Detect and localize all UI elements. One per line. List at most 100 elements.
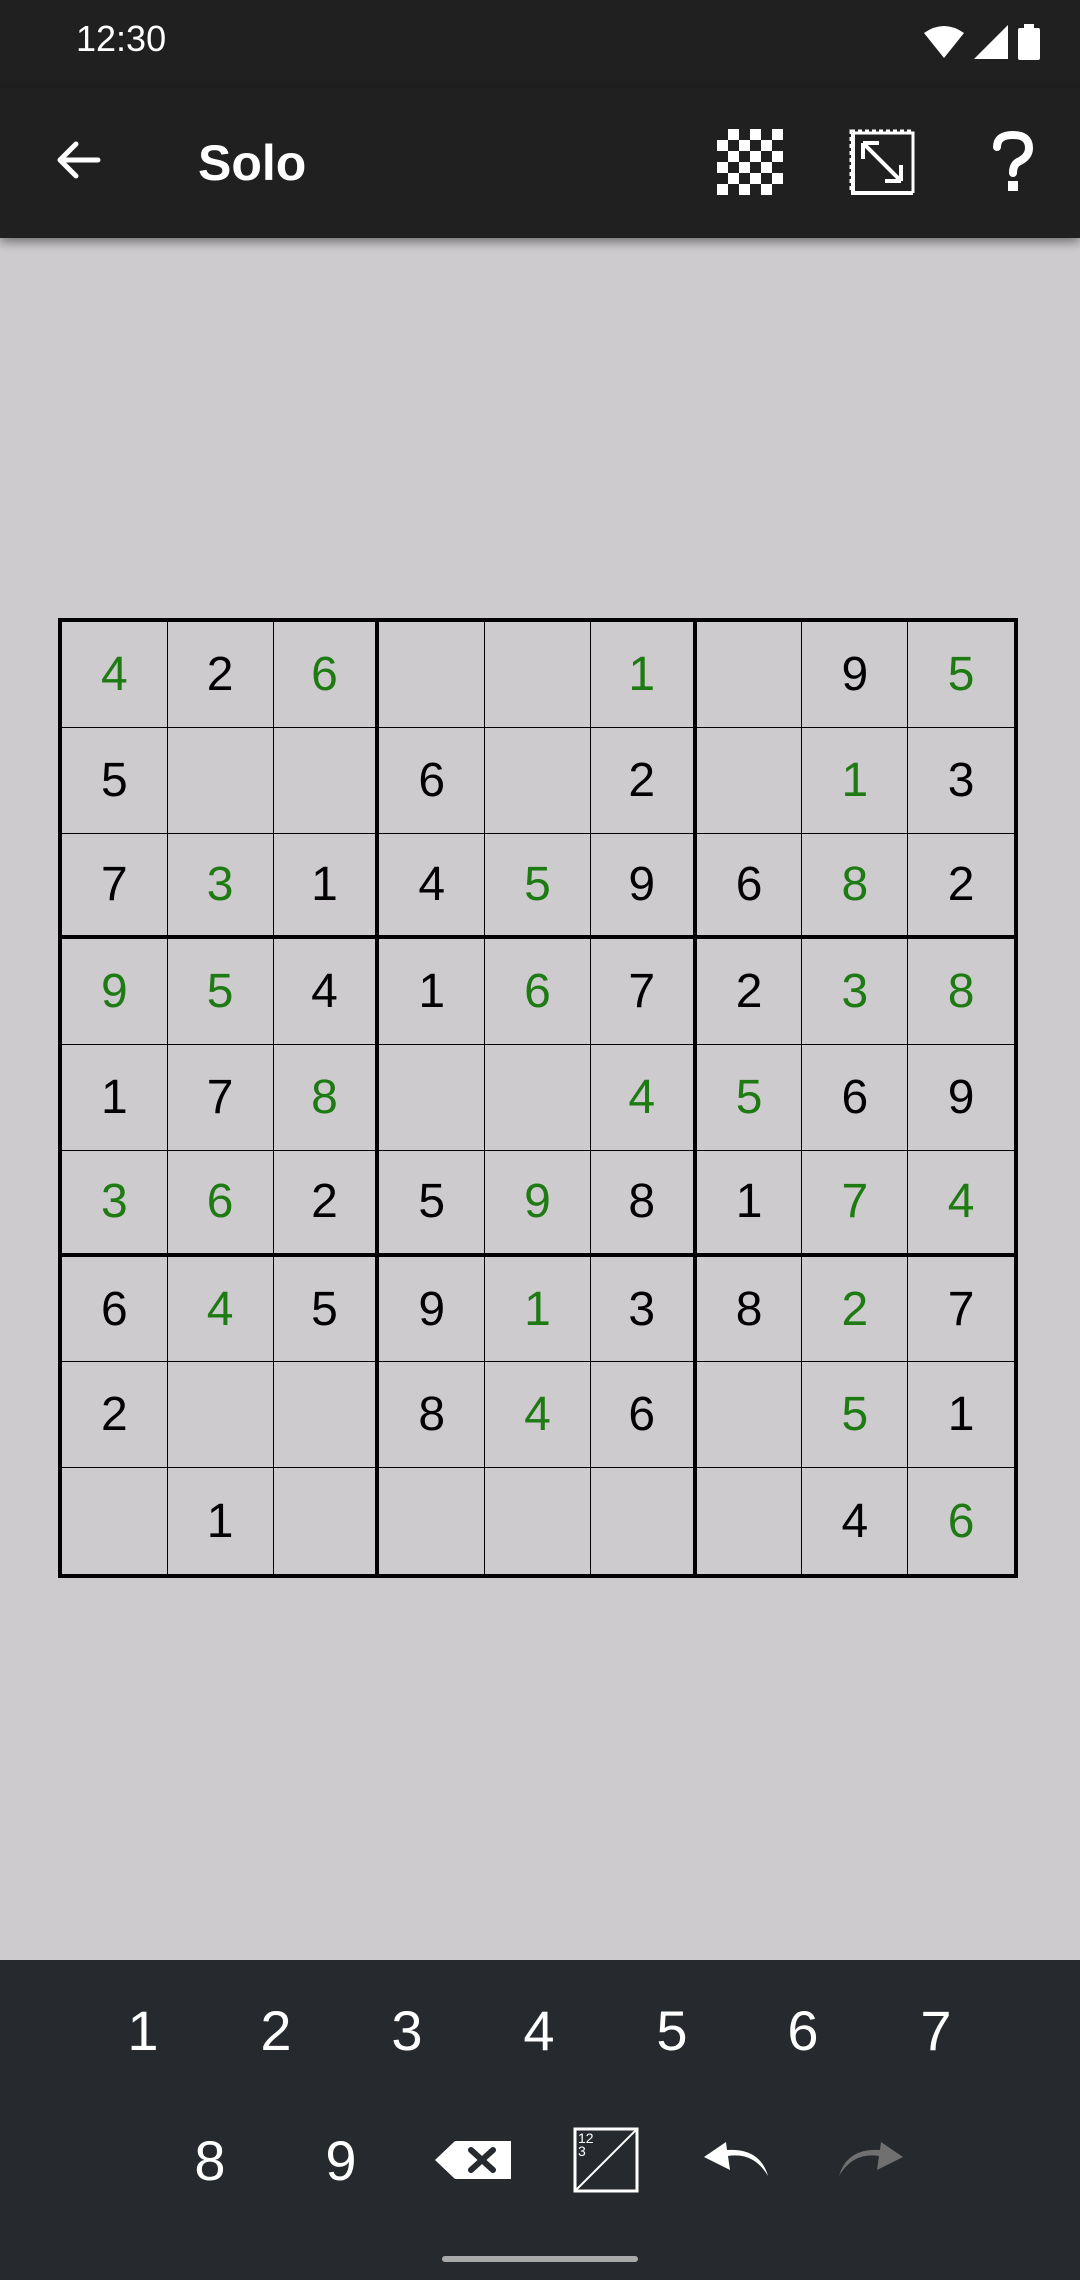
- cell-r6-c3[interactable]: 2: [273, 1150, 380, 1257]
- cell-r2-c8[interactable]: 1: [802, 727, 909, 834]
- cell-r7-c2[interactable]: 4: [167, 1256, 274, 1363]
- cell-r1-c4[interactable]: [379, 622, 486, 728]
- cell-r2-c3[interactable]: [273, 727, 380, 834]
- cell-r5-c7[interactable]: 5: [696, 1045, 803, 1151]
- cell-r5-c6[interactable]: 4: [590, 1045, 697, 1151]
- cell-r6-c7[interactable]: 1: [696, 1150, 803, 1257]
- cell-r2-c7[interactable]: [696, 727, 803, 834]
- cell-r5-c1[interactable]: 1: [62, 1045, 168, 1151]
- cell-r1-c7[interactable]: [696, 622, 803, 728]
- key-digit-5[interactable]: 5: [617, 1980, 727, 2080]
- cell-r6-c9[interactable]: 4: [908, 1151, 1014, 1257]
- cell-r4-c8[interactable]: 3: [802, 939, 909, 1046]
- cell-r6-c8[interactable]: 7: [802, 1150, 909, 1257]
- cell-r6-c5[interactable]: 9: [485, 1150, 591, 1257]
- cell-r9-c6[interactable]: [591, 1468, 697, 1574]
- cell-r9-c2[interactable]: 1: [168, 1468, 274, 1574]
- cell-r3-c9[interactable]: 2: [908, 834, 1014, 940]
- key-digit-2[interactable]: 2: [221, 1980, 331, 2080]
- cell-r5-c9[interactable]: 9: [908, 1045, 1014, 1151]
- cell-r9-c7[interactable]: [697, 1468, 803, 1574]
- cell-r1-c1[interactable]: 4: [62, 622, 168, 728]
- checkerboard-icon[interactable]: [710, 122, 790, 202]
- help-icon[interactable]: [973, 122, 1053, 202]
- keypad: 1 2 3 4 5 6 7 8 9 12 3: [0, 1960, 1080, 2280]
- cell-r4-c2[interactable]: 5: [167, 939, 274, 1046]
- cell-r6-c1[interactable]: 3: [62, 1150, 168, 1257]
- cell-r3-c3[interactable]: 1: [273, 833, 380, 940]
- cell-r6-c2[interactable]: 6: [167, 1150, 274, 1257]
- backspace-icon[interactable]: [418, 2110, 528, 2210]
- cell-r8-c8[interactable]: 5: [802, 1362, 909, 1469]
- cell-r9-c9[interactable]: 6: [908, 1468, 1014, 1574]
- key-digit-3[interactable]: 3: [352, 1980, 462, 2080]
- redo-icon[interactable]: [815, 2110, 925, 2210]
- cell-r8-c9[interactable]: 1: [908, 1362, 1014, 1469]
- cell-r3-c1[interactable]: 7: [62, 833, 168, 940]
- key-digit-1[interactable]: 1: [88, 1980, 198, 2080]
- cell-r9-c3[interactable]: [274, 1468, 380, 1574]
- cell-r9-c4[interactable]: [379, 1468, 486, 1574]
- cell-r4-c9[interactable]: 8: [908, 939, 1014, 1046]
- back-arrow-icon[interactable]: [46, 128, 110, 192]
- cell-r8-c7[interactable]: [696, 1362, 803, 1469]
- cell-r2-c5[interactable]: [485, 727, 591, 834]
- cell-r1-c6[interactable]: 1: [590, 622, 697, 728]
- cell-r3-c6[interactable]: 9: [590, 833, 697, 940]
- cell-r3-c8[interactable]: 8: [802, 833, 909, 940]
- undo-icon[interactable]: [682, 2110, 792, 2210]
- cell-r6-c6[interactable]: 8: [590, 1150, 697, 1257]
- key-digit-6[interactable]: 6: [748, 1980, 858, 2080]
- cell-r3-c7[interactable]: 6: [696, 833, 803, 940]
- cell-r3-c2[interactable]: 3: [167, 833, 274, 940]
- key-digit-4[interactable]: 4: [484, 1980, 594, 2080]
- cell-r5-c3[interactable]: 8: [273, 1045, 380, 1151]
- resize-icon[interactable]: [842, 122, 922, 202]
- cell-r7-c1[interactable]: 6: [62, 1256, 168, 1363]
- cell-r3-c4[interactable]: 4: [379, 833, 486, 940]
- cell-r8-c6[interactable]: 6: [590, 1362, 697, 1469]
- cell-r4-c6[interactable]: 7: [590, 939, 697, 1046]
- cell-r6-c4[interactable]: 5: [379, 1150, 486, 1257]
- cell-r2-c4[interactable]: 6: [379, 727, 486, 834]
- cell-r8-c1[interactable]: 2: [62, 1362, 168, 1469]
- pencil-mark-icon[interactable]: 12 3: [551, 2110, 661, 2210]
- cell-r9-c1[interactable]: [62, 1468, 168, 1574]
- cell-r8-c2[interactable]: [167, 1362, 274, 1469]
- cell-r9-c8[interactable]: 4: [802, 1468, 909, 1574]
- cell-r9-c5[interactable]: [485, 1468, 591, 1574]
- cell-r8-c3[interactable]: [273, 1362, 380, 1469]
- cell-r7-c8[interactable]: 2: [802, 1256, 909, 1363]
- cell-r7-c9[interactable]: 7: [908, 1257, 1014, 1363]
- nav-handle[interactable]: [442, 2256, 638, 2262]
- cell-r5-c5[interactable]: [485, 1045, 591, 1151]
- cell-r7-c4[interactable]: 9: [379, 1256, 486, 1363]
- cell-r2-c9[interactable]: 3: [908, 728, 1014, 834]
- cell-r7-c7[interactable]: 8: [696, 1256, 803, 1363]
- cell-r7-c3[interactable]: 5: [273, 1256, 380, 1363]
- cell-r1-c8[interactable]: 9: [802, 622, 909, 728]
- cell-r2-c2[interactable]: [167, 727, 274, 834]
- cell-r1-c9[interactable]: 5: [908, 622, 1014, 728]
- cell-r1-c2[interactable]: 2: [167, 622, 274, 728]
- cell-r5-c4[interactable]: [379, 1045, 486, 1151]
- cell-r8-c5[interactable]: 4: [485, 1362, 591, 1469]
- cell-r5-c2[interactable]: 7: [167, 1045, 274, 1151]
- key-digit-7[interactable]: 7: [881, 1980, 991, 2080]
- cell-r4-c4[interactable]: 1: [379, 939, 486, 1046]
- cell-r1-c3[interactable]: 6: [273, 622, 380, 728]
- cell-r2-c6[interactable]: 2: [590, 727, 697, 834]
- cell-r7-c6[interactable]: 3: [590, 1256, 697, 1363]
- cell-r4-c3[interactable]: 4: [273, 939, 380, 1046]
- key-digit-9[interactable]: 9: [286, 2110, 396, 2210]
- cell-r8-c4[interactable]: 8: [379, 1362, 486, 1469]
- cell-r7-c5[interactable]: 1: [485, 1256, 591, 1363]
- key-digit-8[interactable]: 8: [155, 2110, 265, 2210]
- cell-r4-c7[interactable]: 2: [696, 939, 803, 1046]
- cell-r2-c1[interactable]: 5: [62, 727, 168, 834]
- cell-r5-c8[interactable]: 6: [802, 1045, 909, 1151]
- cell-r3-c5[interactable]: 5: [485, 833, 591, 940]
- cell-r4-c1[interactable]: 9: [62, 939, 168, 1046]
- cell-r4-c5[interactable]: 6: [485, 939, 591, 1046]
- cell-r1-c5[interactable]: [485, 622, 591, 728]
